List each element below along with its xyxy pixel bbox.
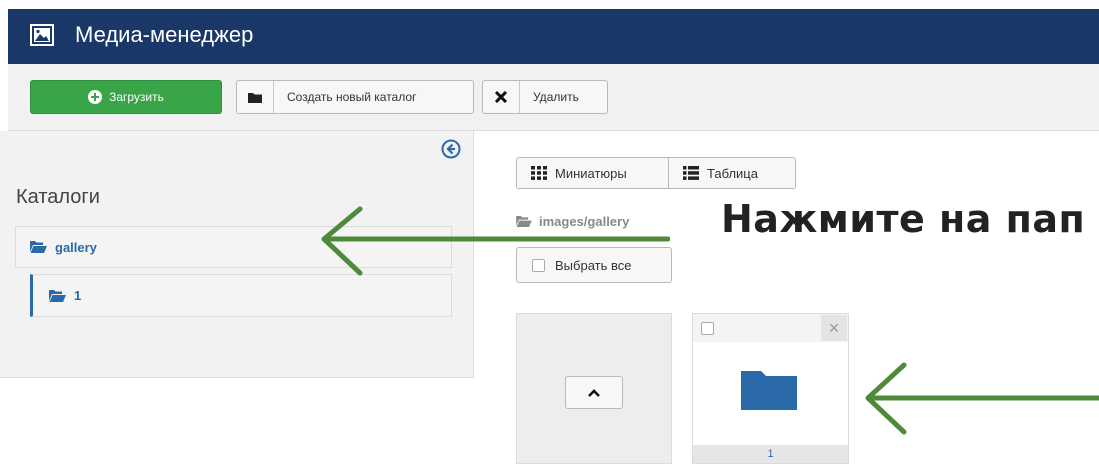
arrow-left-icon xyxy=(865,362,1099,435)
view-toggle: Миниатюры Таблица xyxy=(516,157,796,189)
close-icon xyxy=(483,81,520,113)
image-icon xyxy=(30,24,54,46)
create-folder-label: Создать новый каталог xyxy=(287,90,417,104)
create-folder-button[interactable]: Создать новый каталог xyxy=(236,80,474,114)
thumbnails-view-button[interactable]: Миниатюры xyxy=(516,157,669,189)
parent-folder-tile xyxy=(516,313,672,464)
toolbar: Загрузить Создать новый каталог Удалить xyxy=(8,64,1099,131)
sidebar-item-label: gallery xyxy=(55,239,97,255)
close-icon[interactable]: ✕ xyxy=(821,315,847,341)
list-icon xyxy=(683,166,699,180)
folder-tile[interactable]: ✕ 1 xyxy=(692,313,849,464)
folder-icon xyxy=(237,81,274,113)
arrow-left-icon xyxy=(321,206,670,276)
folder-open-icon xyxy=(30,241,47,253)
folder-open-icon xyxy=(49,289,66,302)
delete-label: Удалить xyxy=(533,90,579,104)
table-label: Таблица xyxy=(707,165,758,181)
upload-button[interactable]: Загрузить xyxy=(30,80,222,114)
plus-circle-icon xyxy=(88,90,103,104)
folder-icon xyxy=(741,371,797,410)
sidebar-item-label: 1 xyxy=(74,288,82,303)
delete-button[interactable]: Удалить xyxy=(482,80,608,114)
sidebar-heading: Каталоги xyxy=(16,186,100,208)
chevron-up-icon xyxy=(588,388,600,397)
folder-select-checkbox[interactable] xyxy=(701,322,714,335)
grid-icon xyxy=(531,166,547,180)
app-header: Медиа-менеджер xyxy=(8,9,1099,64)
thumbnails-label: Миниатюры xyxy=(555,165,627,181)
go-up-button[interactable] xyxy=(565,376,623,409)
table-view-button[interactable]: Таблица xyxy=(669,157,796,189)
upload-label: Загрузить xyxy=(109,90,164,104)
folder-name: 1 xyxy=(693,445,848,463)
page-title: Медиа-менеджер xyxy=(75,22,254,47)
folder-thumbnail[interactable] xyxy=(693,342,848,446)
sidebar-item-1[interactable]: 1 xyxy=(30,274,452,317)
instruction-overlay-text: Нажмите на пап xyxy=(721,197,1086,241)
arrow-left-circle-icon[interactable] xyxy=(441,139,461,159)
